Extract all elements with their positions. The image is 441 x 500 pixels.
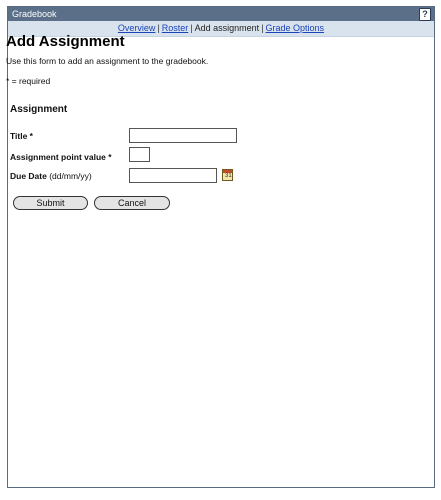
window-titlebar: Gradebook ? [8, 7, 434, 21]
help-icon[interactable]: ? [419, 8, 431, 21]
window-title: Gradebook [12, 9, 57, 19]
gradebook-frame: Gradebook ? Overview | Roster | Add assignme… [7, 6, 435, 488]
due-date-format-hint: (dd/mm/yy) [49, 171, 92, 181]
nav-current-page: Add assignment [194, 23, 260, 33]
calendar-icon[interactable]: 31 [222, 169, 233, 181]
page-intro: Use this form to add an assignment to th… [6, 56, 209, 66]
due-date-input[interactable] [129, 168, 217, 183]
title-input[interactable] [129, 128, 237, 143]
points-input[interactable] [129, 147, 150, 162]
nav-roster-link[interactable]: Roster [162, 23, 189, 33]
title-label: Title * [10, 131, 33, 141]
required-note: * = required [6, 76, 51, 86]
nav-overview-link[interactable]: Overview [118, 23, 156, 33]
cancel-button[interactable]: Cancel [94, 196, 170, 210]
nav-grade-options-link[interactable]: Grade Options [266, 23, 325, 33]
section-title: Assignment [10, 104, 68, 115]
due-date-label: Due Date (dd/mm/yy) [10, 171, 92, 181]
submit-button[interactable]: Submit [13, 196, 88, 210]
page-title: Add Assignment [6, 33, 125, 50]
points-label: Assignment point value * [10, 152, 112, 162]
